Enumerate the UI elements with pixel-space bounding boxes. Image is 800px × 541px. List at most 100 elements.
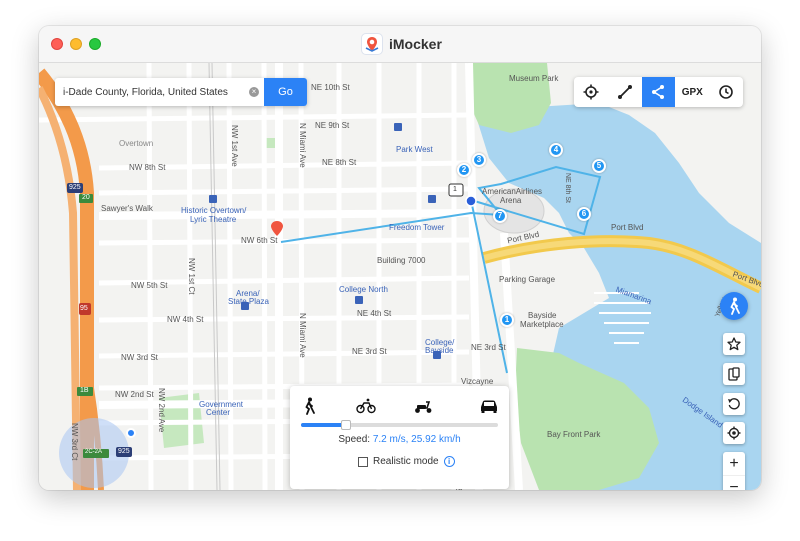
app-title: iMocker — [389, 36, 442, 52]
reset-location-button[interactable] — [723, 393, 745, 415]
route-shield: 925 — [69, 184, 81, 191]
speed-slider-handle[interactable] — [341, 420, 352, 430]
car-mode-button[interactable] — [478, 396, 500, 416]
map-label: College North — [339, 285, 388, 294]
waypoint-marker[interactable]: 5 — [592, 159, 606, 173]
map-label: N Miami Ave — [298, 313, 307, 358]
zoom-control: + − — [723, 452, 745, 490]
map-label: Port Blvd — [611, 223, 644, 232]
map-label: NE 8th St — [564, 173, 571, 203]
route-start-dot — [465, 195, 477, 207]
app-logo-icon — [361, 33, 383, 55]
bike-mode-button[interactable] — [355, 396, 377, 416]
map-label: Lyric Theatre — [190, 215, 237, 224]
car-icon — [481, 400, 497, 413]
device-switch-button[interactable] — [723, 363, 745, 385]
bicycle-icon — [356, 398, 376, 414]
scooter-mode-button[interactable] — [412, 396, 434, 416]
waypoint-marker[interactable]: 7 — [493, 209, 507, 223]
map-label: Bay Front Park — [547, 430, 601, 439]
map-view[interactable]: Museum Park NE 10th St NE 9th St NE 8th … — [39, 63, 761, 490]
map-label: Freedom Tower — [389, 223, 445, 232]
map-label: Bayside — [425, 346, 454, 355]
map-label: NW 3rd St — [121, 353, 158, 362]
route-shield: 1 — [453, 186, 457, 193]
map-label: NW 2nd St — [115, 390, 154, 399]
waypoint-marker[interactable]: 1 — [500, 313, 514, 327]
realistic-mode-checkbox[interactable] — [358, 456, 368, 467]
realistic-mode-toggle[interactable]: Realistic mode i — [358, 456, 455, 467]
speed-readout: Speed: 7.2 m/s, 25.92 km/h — [290, 434, 509, 445]
route-shield: 2C-2A — [85, 449, 103, 455]
current-location-dot — [126, 428, 136, 438]
clear-search-icon[interactable]: × — [249, 87, 259, 97]
scooter-icon — [415, 401, 432, 413]
map-label: NE 4th St — [357, 309, 392, 318]
walking-icon — [305, 397, 315, 415]
walking-person-button[interactable] — [720, 292, 748, 320]
map-label: Building 7000 — [377, 256, 426, 265]
title-bar: iMocker — [39, 26, 761, 63]
map-label: N Miami Ave — [298, 123, 307, 168]
map-label: Museum Park — [509, 74, 559, 83]
maximize-window-button[interactable] — [89, 38, 101, 50]
crosshair-icon — [583, 84, 599, 100]
speed-label: Speed: — [338, 434, 373, 445]
map-label: Park West — [396, 145, 433, 154]
speed-slider-fill — [301, 423, 347, 427]
map-label: Sawyer's Walk — [101, 204, 153, 213]
favorite-button[interactable] — [723, 333, 745, 355]
reset-icon — [728, 398, 740, 410]
route-shield: 20 — [82, 194, 90, 201]
walking-person-icon — [730, 297, 740, 315]
route-shield: 925 — [118, 448, 130, 455]
map-label: Overtown — [119, 139, 154, 148]
info-icon[interactable]: i — [443, 456, 455, 467]
map-label: Vizcayne — [461, 377, 494, 386]
map-label: Parking Garage — [499, 275, 556, 284]
waypoint-marker[interactable]: 6 — [577, 207, 591, 221]
waypoint-marker[interactable]: 3 — [472, 153, 486, 167]
map-label: NW 5th St — [131, 281, 168, 290]
locate-me-button[interactable] — [723, 422, 745, 444]
map-label: NW 1st Ct — [187, 258, 196, 295]
zoom-out-button[interactable]: − — [723, 475, 745, 490]
route-shield: 95 — [80, 305, 88, 312]
map-label: NW 8th St — [129, 163, 166, 172]
locate-icon — [727, 426, 741, 440]
multi-spot-mode-button[interactable] — [641, 77, 676, 107]
gpx-import-button[interactable]: GPX — [675, 77, 709, 107]
map-label: NE 10th St — [311, 83, 350, 92]
map-label: Marketplace — [520, 320, 564, 329]
star-icon — [727, 337, 741, 351]
close-window-button[interactable] — [51, 38, 63, 50]
map-label: Historic Overtown/ — [181, 206, 247, 215]
speed-panel: Speed: 7.2 m/s, 25.92 km/h Realistic mod… — [290, 386, 509, 489]
map-label: NW 4th St — [167, 315, 204, 324]
map-label: AmericanAirlines — [482, 187, 543, 196]
two-spot-route-icon — [617, 85, 632, 99]
map-label: Center — [206, 408, 231, 417]
walk-mode-button[interactable] — [298, 396, 320, 416]
map-label: NW 3rd Ct — [70, 423, 79, 461]
minimize-window-button[interactable] — [70, 38, 82, 50]
history-button[interactable] — [709, 77, 743, 107]
map-label: NE 3rd St — [471, 343, 506, 352]
search-input[interactable] — [61, 85, 245, 99]
go-button[interactable]: Go — [264, 78, 307, 106]
zoom-in-button[interactable]: + — [723, 452, 745, 475]
waypoint-marker[interactable]: 2 — [457, 163, 471, 177]
map-label: NW 6th St — [241, 236, 278, 245]
two-spot-mode-button[interactable] — [608, 77, 642, 107]
teleport-mode-button[interactable] — [574, 77, 608, 107]
speed-slider[interactable] — [301, 420, 498, 430]
map-label: Bayside — [528, 311, 557, 320]
map-label: Arena — [500, 196, 522, 205]
waypoint-marker[interactable]: 4 — [549, 143, 563, 157]
map-label: NW 2nd Ave — [157, 388, 166, 433]
search-bar: × Go — [55, 78, 307, 106]
map-label: NE 3rd St — [352, 347, 387, 356]
realistic-mode-label: Realistic mode — [373, 456, 439, 467]
multi-spot-route-icon — [652, 85, 665, 99]
map-label: NE 9th St — [315, 121, 350, 130]
